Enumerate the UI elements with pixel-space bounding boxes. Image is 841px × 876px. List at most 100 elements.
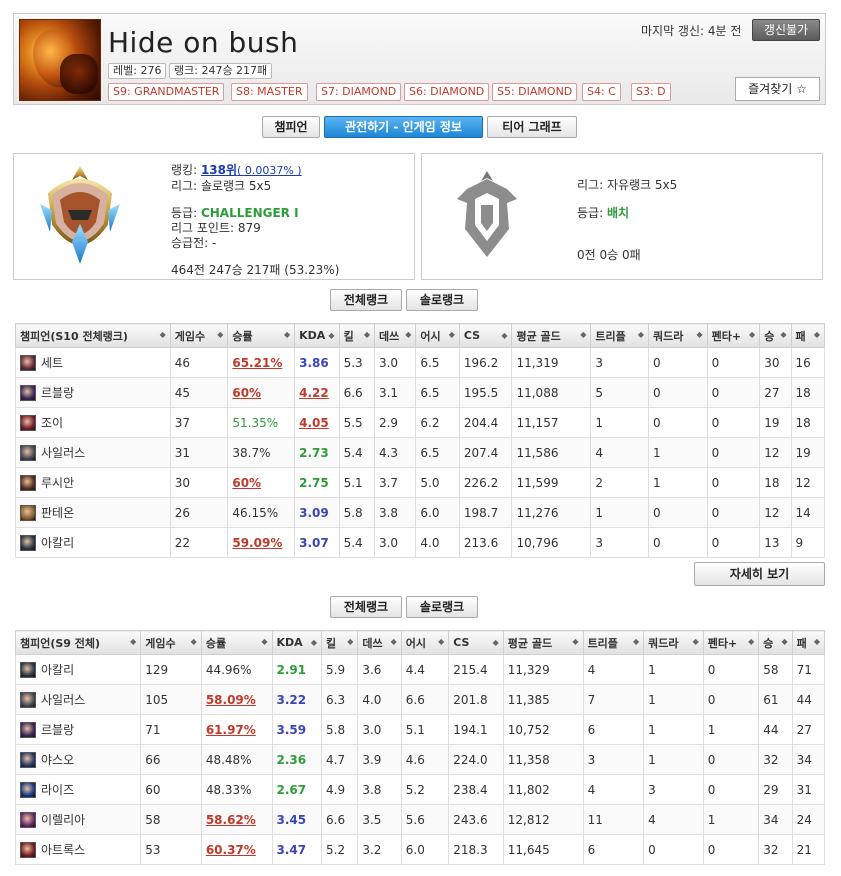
cell-cs: 196.2 — [458, 347, 513, 378]
cell-gold: 11,329 — [502, 654, 584, 685]
column-header[interactable]: 트리플 ◆ — [590, 323, 649, 348]
sort-icon[interactable]: ◆ — [130, 637, 136, 646]
sort-icon[interactable]: ◆ — [748, 637, 754, 646]
sort-icon[interactable]: ◆ — [405, 330, 411, 339]
column-header[interactable]: 어시 ◆ — [400, 630, 450, 655]
cell-cs: 213.6 — [458, 527, 513, 558]
column-header[interactable]: 게임수 ◆ — [169, 323, 229, 348]
cell-a: 6.5 — [415, 377, 460, 408]
column-header[interactable]: 평균 골드 ◆ — [511, 323, 592, 348]
sort-icon[interactable]: ◆ — [191, 637, 197, 646]
sort-icon[interactable]: ◆ — [572, 637, 578, 646]
sort-icon[interactable]: ◆ — [580, 330, 586, 339]
column-header[interactable]: 승률 ◆ — [200, 630, 273, 655]
sort-icon[interactable]: ◆ — [501, 331, 507, 340]
refresh-button[interactable]: 갱신불가 — [752, 19, 820, 41]
cell-w: 27 — [759, 377, 792, 408]
cell-d: 3.0 — [373, 527, 417, 558]
sort-icon[interactable]: ◆ — [261, 637, 267, 646]
cell-gold: 11,599 — [511, 467, 592, 498]
table-row: 루시안 30 60% 2.75 5.1 3.7 5.0 226.2 11,599 2 1 0 18 12 — [15, 467, 826, 498]
column-header[interactable]: 패 ◆ — [791, 630, 826, 655]
sort-icon[interactable]: ◆ — [328, 331, 334, 340]
column-header[interactable]: 승률 ◆ — [227, 323, 296, 348]
column-header[interactable]: CS ◆ — [448, 630, 504, 655]
column-header[interactable]: 챔피언(S9 전체) ◆ — [14, 630, 142, 655]
column-header[interactable]: 챔피언(S10 전체랭크) ◆ — [15, 323, 171, 348]
column-header[interactable]: KDA ◆ — [271, 630, 323, 655]
cell-k: 5.4 — [338, 527, 375, 558]
column-header[interactable]: 승 ◆ — [758, 630, 793, 655]
sort-icon[interactable]: ◆ — [364, 330, 370, 339]
sort-icon[interactable]: ◆ — [696, 330, 702, 339]
cell-k: 5.8 — [320, 714, 359, 745]
sort-icon[interactable]: ◆ — [693, 637, 699, 646]
cell-games: 129 — [140, 654, 202, 685]
cell-penta: 0 — [702, 744, 760, 775]
sort-icon[interactable]: ◆ — [780, 330, 786, 339]
column-header[interactable]: 킬 ◆ — [320, 630, 359, 655]
challenger-emblem-icon — [40, 166, 120, 264]
column-header[interactable]: 데쓰 ◆ — [357, 630, 402, 655]
cell-k: 5.5 — [338, 407, 375, 438]
filter-solo-rank-button[interactable]: 솔로랭크 — [406, 596, 478, 618]
table-row: 아트록스 53 60.37% 3.47 5.2 3.2 6.0 218.3 11,645 6 0 0 3… — [14, 834, 826, 865]
cell-penta: 0 — [706, 497, 761, 528]
tier-line: 등급: 배치 — [577, 206, 630, 220]
champion-stats-table-s10: 챔피언(S10 전체랭크) ◆ 게임수 ◆ 승률 ◆ KDA ◆ 킬 ◆ 데쓰 ◆ 어시 ◆ CS ◆ 평균 골… — [15, 323, 826, 558]
column-header[interactable]: CS ◆ — [458, 323, 513, 348]
table-row: 야스오 66 48.48% 2.36 4.7 3.9 4.6 224.0 11,358 3 1 0 32… — [14, 744, 826, 775]
tier-value: CHALLENGER I — [200, 206, 299, 220]
column-header[interactable]: KDA ◆ — [294, 323, 340, 348]
tab-champion[interactable]: 챔피언 — [262, 116, 320, 138]
view-details-button[interactable]: 자세히 보기 — [694, 562, 825, 586]
cell-l: 9 — [790, 527, 826, 558]
sort-icon[interactable]: ◆ — [347, 637, 353, 646]
column-header[interactable]: 쿼드라 ◆ — [647, 323, 708, 348]
column-header[interactable]: 평균 골드 ◆ — [502, 630, 584, 655]
column-header[interactable]: 승 ◆ — [759, 323, 792, 348]
sort-icon[interactable]: ◆ — [284, 330, 290, 339]
favorite-button[interactable]: 즐겨찾기 ☆ — [735, 77, 820, 101]
column-header[interactable]: 어시 ◆ — [415, 323, 460, 348]
column-header[interactable]: 쿼드라 ◆ — [643, 630, 704, 655]
sort-icon[interactable]: ◆ — [160, 330, 166, 339]
column-header[interactable]: 데쓰 ◆ — [373, 323, 417, 348]
column-header[interactable]: 펜타+ ◆ — [702, 630, 760, 655]
column-header[interactable]: 펜타+ ◆ — [706, 323, 761, 348]
column-header[interactable]: 게임수 ◆ — [140, 630, 202, 655]
cell-champ: 세트 — [15, 347, 171, 378]
sort-icon[interactable]: ◆ — [781, 637, 787, 646]
filter-solo-rank-button[interactable]: 솔로랭크 — [406, 289, 478, 311]
tab-spectate[interactable]: 관전하기 - 인게임 정보 — [324, 116, 483, 138]
cell-kda: 3.45 — [271, 804, 323, 835]
sort-icon[interactable]: ◆ — [633, 637, 639, 646]
column-header[interactable]: 킬 ◆ — [338, 323, 375, 348]
cell-wr: 38.7% — [227, 437, 296, 468]
table-row: 아칼리 22 59.09% 3.07 5.4 3.0 4.0 213.6 10,796 3 0 0 13… — [15, 527, 826, 558]
cell-triple: 5 — [590, 377, 649, 408]
filter-all-rank-button[interactable]: 전체랭크 — [330, 596, 402, 618]
champion-portrait-icon — [20, 752, 36, 769]
column-header[interactable]: 패 ◆ — [790, 323, 826, 348]
sort-icon[interactable]: ◆ — [217, 330, 223, 339]
table-row: 이렐리아 58 58.62% 3.45 6.6 3.5 5.6 243.6 12,812 11 4 1… — [14, 804, 826, 835]
sort-icon[interactable]: ◆ — [638, 330, 644, 339]
cell-cs: 243.6 — [448, 804, 504, 835]
cell-w: 44 — [758, 714, 793, 745]
sort-icon[interactable]: ◆ — [311, 638, 317, 647]
sort-icon[interactable]: ◆ — [493, 638, 499, 647]
sort-icon[interactable]: ◆ — [438, 637, 444, 646]
cell-wr: 61.97% — [200, 714, 273, 745]
cell-gold: 11,802 — [502, 774, 584, 805]
sort-icon[interactable]: ◆ — [391, 637, 397, 646]
ranking-link[interactable]: 138위 — [201, 163, 237, 177]
sort-icon[interactable]: ◆ — [814, 637, 820, 646]
filter-all-rank-button[interactable]: 전체랭크 — [330, 289, 402, 311]
sort-icon[interactable]: ◆ — [749, 330, 755, 339]
column-header[interactable]: 트리플 ◆ — [582, 630, 645, 655]
cell-a: 4.6 — [400, 744, 450, 775]
tab-tier-graph[interactable]: 티어 그래프 — [487, 116, 577, 138]
sort-icon[interactable]: ◆ — [449, 330, 455, 339]
sort-icon[interactable]: ◆ — [814, 330, 820, 339]
